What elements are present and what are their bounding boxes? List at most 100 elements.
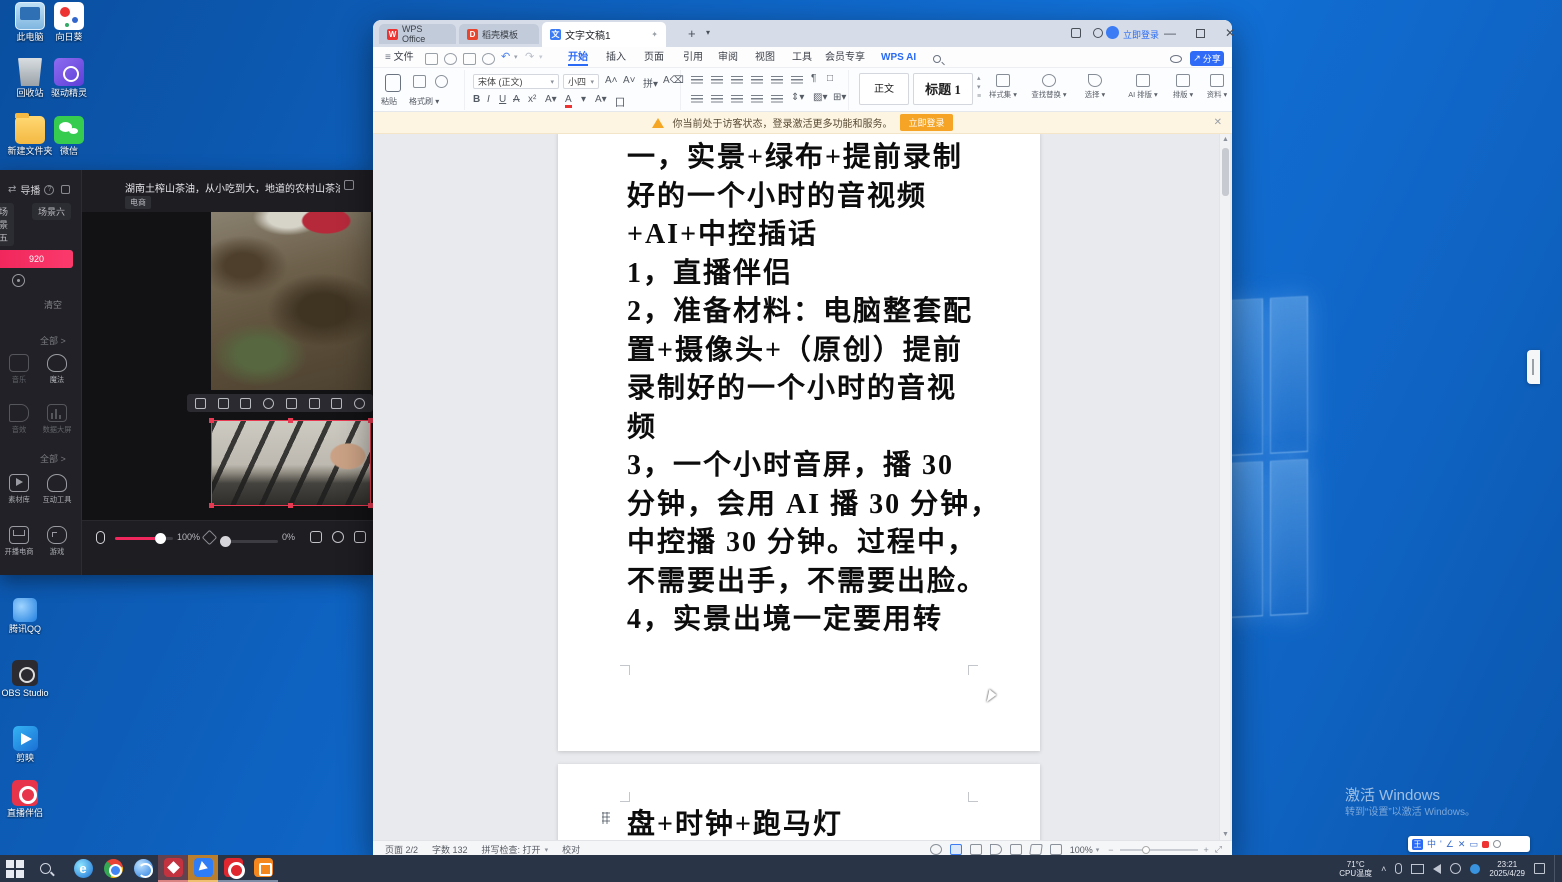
tray-display-icon[interactable] (1411, 864, 1424, 874)
ime-toolbar[interactable]: 王 中 ' ∠ ✕ ▭ (1408, 836, 1530, 852)
view-web-icon[interactable] (1010, 844, 1022, 855)
tray-mic-icon[interactable] (1395, 863, 1402, 874)
desktop-icon-qq[interactable]: 腾讯QQ (0, 598, 54, 635)
close-button[interactable]: ✕ (1215, 20, 1245, 46)
spellcheck-caret[interactable]: ▾ (545, 846, 549, 854)
scrollbar-thumb[interactable] (1222, 148, 1229, 196)
clear-button[interactable]: 清空 (44, 298, 62, 311)
redo-caret[interactable]: ▾ (539, 53, 543, 61)
login-link[interactable]: 立即登录 (1123, 28, 1159, 41)
notification-center-icon[interactable] (1534, 863, 1545, 874)
align-right-icon[interactable] (731, 95, 743, 104)
resize-handle[interactable] (209, 418, 214, 423)
format-painter-label[interactable]: 格式刷 ▾ (409, 96, 439, 107)
flip-horizontal-icon[interactable] (263, 398, 274, 409)
ime-keyboard-icon[interactable]: ▭ (1469, 839, 1478, 850)
line-spacing-icon[interactable]: ⇕▾ (791, 92, 804, 103)
tool-interactive[interactable]: 互动工具 (38, 474, 76, 504)
sync-icon[interactable] (482, 53, 495, 65)
menu-page[interactable]: 页面 (644, 50, 664, 66)
style-normal[interactable]: 正文 (859, 73, 909, 105)
taskbar-clock[interactable]: 23:21 2025/4/29 (1489, 860, 1525, 878)
show-marks-icon[interactable]: ¶ (811, 73, 816, 84)
desktop-icon-capcut[interactable]: 剪映 (0, 726, 54, 764)
menu-review[interactable]: 审阅 (718, 50, 738, 66)
edit-title-icon[interactable] (344, 180, 354, 190)
avatar[interactable] (1106, 26, 1119, 39)
paste-label[interactable]: 粘贴 (381, 96, 397, 107)
tray-bluetooth-icon[interactable] (1470, 864, 1480, 874)
tool-sound-effect[interactable]: 音效 (0, 404, 38, 434)
scene-tab-6[interactable]: 场景六 (32, 203, 71, 220)
taskbar-live-companion[interactable] (188, 855, 218, 882)
reset-icon[interactable] (354, 398, 365, 409)
new-tab-button[interactable]: + (688, 26, 696, 41)
taskbar-red-app[interactable] (158, 855, 188, 882)
tool-select[interactable]: 选择 ▾ (1073, 74, 1117, 100)
resize-handle[interactable] (288, 503, 293, 508)
desktop-icon-driver-tool[interactable]: 驱动精灵 (40, 58, 98, 99)
border-icon[interactable]: ⊞▾ (833, 92, 846, 103)
resize-handle[interactable] (209, 503, 214, 508)
justify-icon[interactable] (751, 95, 763, 104)
char-border-icon[interactable]: 囗 (615, 94, 625, 109)
mic-volume-slider[interactable] (115, 537, 173, 540)
strike-icon[interactable]: A (513, 94, 520, 105)
style-heading1[interactable]: 标题 1 (913, 73, 973, 105)
record-icon[interactable] (332, 531, 344, 543)
cpu-temp-widget[interactable]: 71°C CPU温度 (1339, 860, 1372, 878)
align-left-icon[interactable] (691, 95, 703, 104)
cut-icon[interactable] (435, 75, 448, 88)
search-icon[interactable] (933, 55, 941, 63)
scroll-down-icon[interactable]: ▼ (1222, 831, 1229, 838)
copy-icon[interactable] (413, 75, 426, 88)
numbering-icon[interactable] (711, 76, 723, 85)
grid-view-icon[interactable] (218, 398, 229, 409)
menu-reference[interactable]: 引用 (683, 50, 703, 66)
zoom-out-button[interactable]: − (1108, 845, 1113, 855)
ime-punct-icon[interactable]: ' (1440, 839, 1442, 850)
italic-icon[interactable]: I (487, 94, 490, 105)
save-icon[interactable] (425, 53, 438, 65)
text-direction-icon[interactable] (771, 76, 783, 85)
edge-collapsed-panel-handle[interactable] (1527, 350, 1540, 384)
menu-member[interactable]: 会员专享 (825, 50, 865, 66)
desktop-icon-wechat[interactable]: 微信 (40, 116, 98, 157)
ime-pen-icon[interactable]: ∠ (1446, 839, 1454, 850)
underline-icon[interactable]: U (499, 94, 506, 105)
taskbar-search-button[interactable] (30, 855, 60, 882)
font-name-select[interactable]: 宋体 (正文)▾ (473, 74, 559, 89)
tool-data-screen[interactable]: 数据大屏 (38, 404, 76, 434)
menu-wps-ai[interactable]: WPS AI (881, 50, 916, 66)
document-area[interactable]: 一，实景+绿布+提前录制 好的一个小时的音视频 +AI+中控插话 1，直播伴侣 … (373, 134, 1232, 840)
eye-protect-icon[interactable] (1170, 55, 1182, 63)
status-help-icon[interactable] (930, 844, 942, 855)
ime-skin-icon[interactable] (1482, 841, 1489, 848)
view-page-icon[interactable] (950, 844, 962, 855)
tray-volume-icon[interactable] (1433, 864, 1441, 874)
view-outline-icon[interactable] (970, 844, 982, 855)
start-button[interactable] (0, 855, 30, 882)
font-color-icon[interactable]: A (565, 94, 572, 108)
section-more-1[interactable]: 全部 > (40, 334, 66, 347)
fit-page-icon[interactable]: ⤢ (1215, 844, 1222, 855)
login-now-button[interactable]: 立即登录 (900, 114, 952, 131)
phonetic-icon[interactable]: 拼▾ (643, 75, 658, 90)
font-color-caret[interactable]: ▾ (581, 94, 586, 105)
scene-tab-5[interactable]: 场景五 (0, 203, 14, 246)
view-read-icon[interactable] (990, 844, 1002, 855)
redo-icon[interactable]: ↷ (525, 50, 534, 63)
desktop-icon-live-companion[interactable]: 直播伴侣 (0, 780, 54, 819)
tab-pin-icon[interactable]: ✦ (651, 30, 658, 39)
speaker-muted-icon[interactable] (202, 530, 218, 546)
desktop-icon-obs[interactable]: OBS Studio (0, 660, 54, 699)
ime-logo-icon[interactable]: 王 (1412, 839, 1423, 850)
char-shading-icon[interactable]: A▾ (595, 94, 607, 105)
zoom-slider[interactable] (1120, 849, 1198, 851)
microphone-icon[interactable] (96, 531, 105, 544)
video-preview-camera[interactable] (211, 420, 371, 506)
grow-font-icon[interactable]: A˄ (605, 75, 618, 86)
tab-document[interactable]: 文 文字文稿1 ✦ (542, 22, 666, 47)
tool-styleset[interactable]: 样式集 ▾ (981, 74, 1025, 100)
edit-mode-icon[interactable] (1029, 844, 1043, 855)
